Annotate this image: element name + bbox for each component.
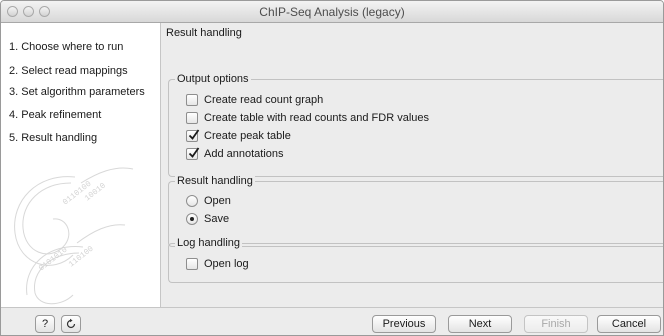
- checkbox-label: Create table with read counts and FDR va…: [204, 112, 430, 124]
- help-button[interactable]: ?: [35, 315, 55, 333]
- step-choose-where-to-run: 1. Choose where to run: [9, 41, 124, 53]
- add-annotations-option[interactable]: Add annotations: [186, 147, 284, 161]
- create-read-count-graph-checkbox[interactable]: [186, 94, 198, 106]
- create-table-fdr-checkbox[interactable]: [186, 112, 198, 124]
- output-options-group: Output options Create read count graph C…: [168, 73, 663, 177]
- output-options-legend: Output options: [175, 73, 251, 85]
- create-peak-table-checkbox[interactable]: [186, 129, 200, 142]
- checkmark-icon: [188, 147, 200, 158]
- checkbox-label: Create read count graph: [204, 94, 324, 106]
- cancel-button[interactable]: Cancel: [597, 315, 661, 333]
- next-button[interactable]: Next: [448, 315, 512, 333]
- svg-text:0101010: 0101010: [37, 245, 69, 273]
- create-peak-table-option[interactable]: Create peak table: [186, 129, 291, 143]
- step-select-read-mappings: 2. Select read mappings: [9, 65, 128, 77]
- result-open-option[interactable]: Open: [186, 194, 231, 208]
- radio-label: Open: [204, 195, 231, 207]
- button-bar: ? Previous Next Finish Cancel: [1, 307, 663, 335]
- open-log-checkbox[interactable]: [186, 258, 198, 270]
- log-handling-legend: Log handling: [175, 237, 243, 249]
- radio-label: Save: [204, 213, 230, 225]
- wizard-content-panel: Result handling Output options Create re…: [162, 23, 663, 307]
- result-save-option[interactable]: Save: [186, 212, 229, 226]
- reset-icon: [66, 318, 76, 329]
- save-radio-button[interactable]: [186, 213, 198, 225]
- reset-button[interactable]: [61, 315, 81, 333]
- open-radio-button[interactable]: [186, 195, 198, 207]
- checkmark-icon: [188, 129, 200, 140]
- log-handling-group: Log handling Open log: [168, 237, 663, 283]
- result-handling-legend: Result handling: [175, 175, 255, 187]
- checkbox-label: Create peak table: [204, 130, 291, 142]
- window-title: ChIP-Seq Analysis (legacy): [259, 5, 405, 19]
- create-table-fdr-option[interactable]: Create table with read counts and FDR va…: [186, 111, 429, 125]
- result-handling-group: Result handling Open Save: [168, 175, 663, 247]
- page-title: Result handling: [166, 27, 242, 39]
- open-log-option[interactable]: Open log: [186, 257, 249, 271]
- finish-button[interactable]: Finish: [524, 315, 588, 333]
- checkbox-label: Open log: [204, 258, 249, 270]
- create-read-count-graph-option[interactable]: Create read count graph: [186, 93, 323, 107]
- add-annotations-checkbox[interactable]: [186, 147, 200, 160]
- title-bar: ChIP-Seq Analysis (legacy): [1, 1, 663, 23]
- previous-button[interactable]: Previous: [372, 315, 436, 333]
- wizard-window: ChIP-Seq Analysis (legacy) 1. Choose whe…: [0, 0, 664, 336]
- step-peak-refinement: 4. Peak refinement: [9, 109, 102, 121]
- radio-selected-dot: [190, 217, 194, 221]
- decorative-swirl-graphic: 0110100 10010 0101010 110100: [14, 167, 134, 305]
- step-set-algorithm-parameters: 3. Set algorithm parameters: [9, 86, 145, 98]
- checkbox-label: Add annotations: [204, 148, 284, 160]
- wizard-steps-sidebar: 1. Choose where to run 2. Select read ma…: [1, 23, 161, 307]
